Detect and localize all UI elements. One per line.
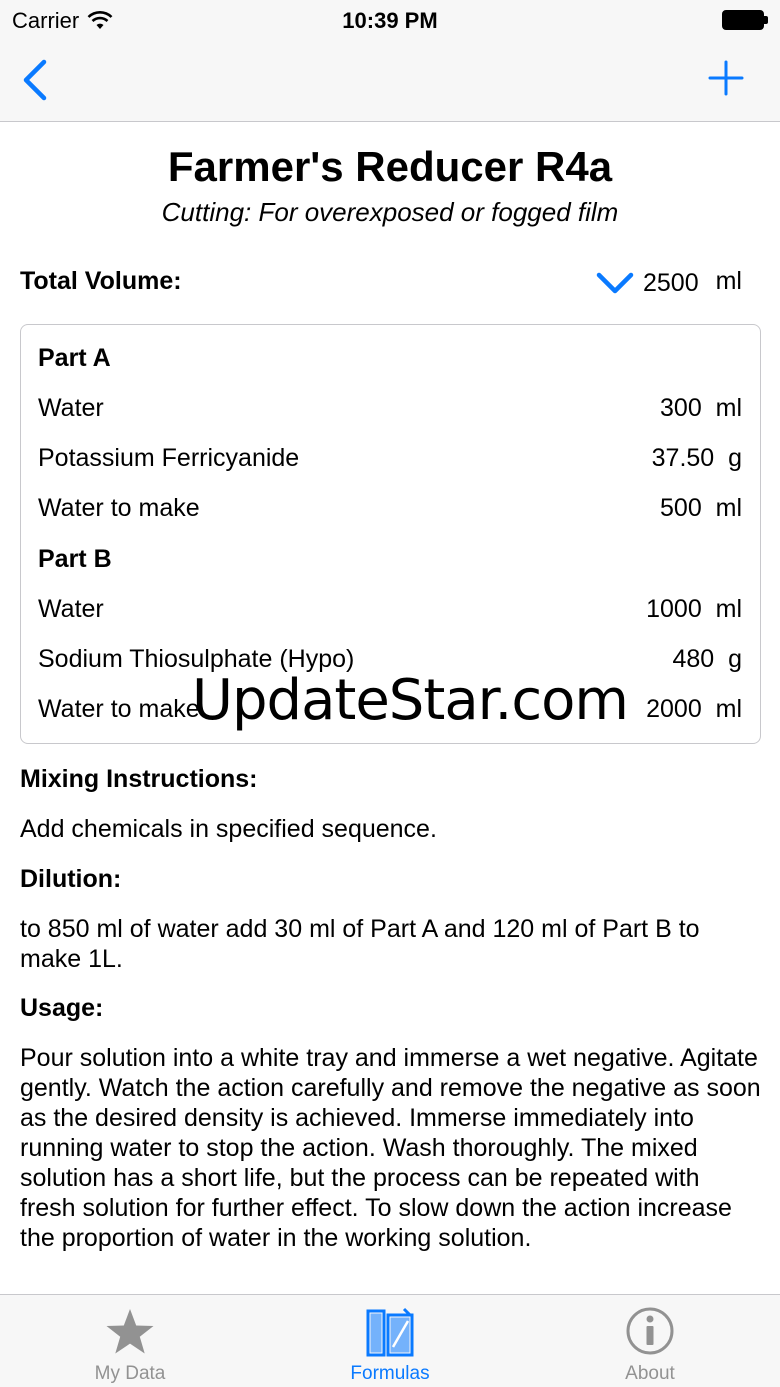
add-button[interactable]: [706, 58, 746, 98]
dilution-label: Dilution:: [20, 865, 122, 893]
usage-text: Pour solution into a white tray and imme…: [20, 1044, 761, 1252]
recipe-row-name: Part A: [38, 344, 111, 372]
chevron-left-icon: [23, 59, 47, 101]
watermark: UpdateStar.com: [192, 668, 629, 733]
recipe-row: Water 1000 ml: [38, 595, 742, 635]
recipe-row: Water 300 ml: [38, 394, 742, 434]
tab-label: Formulas: [350, 1363, 430, 1384]
back-button[interactable]: [18, 58, 58, 102]
formula-title: Farmer's Reducer R4a: [167, 143, 613, 190]
recipe-row: Water to make 500 ml: [38, 494, 742, 534]
formula-subtitle: Cutting: For overexposed or fogged film: [161, 197, 619, 227]
formula-detail: Farmer's Reducer R4a Cutting: For overex…: [0, 123, 780, 1293]
chevron-down-icon: [596, 272, 634, 294]
recipe-row-amount: 300 ml: [660, 394, 742, 422]
volume-dropdown-button[interactable]: [595, 271, 635, 297]
recipe-row-amount: 480 g: [672, 645, 742, 673]
info-icon: [626, 1307, 674, 1355]
recipe-row-amount: 1000 ml: [646, 595, 742, 623]
recipe-row-name: Water to make: [38, 494, 200, 522]
tab-my-data[interactable]: My Data: [0, 1295, 260, 1387]
status-time: 10:39 PM: [342, 8, 438, 33]
tab-about[interactable]: About: [520, 1295, 780, 1387]
recipe-section-header: Part B: [38, 545, 742, 585]
recipe-row-amount: 37.50 g: [651, 444, 742, 472]
dilution-text: to 850 ml of water add 30 ml of Part A a…: [20, 915, 700, 973]
recipe-row: Potassium Ferricyanide 37.50 g: [38, 444, 742, 484]
total-volume-label: Total Volume:: [20, 267, 182, 295]
total-volume-unit: ml: [715, 267, 742, 295]
battery-icon: [722, 10, 768, 30]
plus-icon: [708, 60, 744, 96]
total-volume-row: Total Volume: 2500 ml: [20, 267, 742, 303]
navigation-bar: [0, 40, 780, 122]
total-volume-value[interactable]: 2500: [643, 269, 699, 298]
recipe-row-amount: 2000 ml: [646, 695, 742, 723]
recipe-row-amount: 500 ml: [660, 494, 742, 522]
tab-formulas[interactable]: Formulas: [260, 1295, 520, 1387]
tab-label: My Data: [94, 1363, 166, 1384]
tab-label: About: [625, 1363, 675, 1384]
tab-bar: My Data Formulas About: [0, 1294, 780, 1387]
usage-label: Usage:: [20, 994, 104, 1022]
recipe-row-name: Water: [38, 394, 104, 422]
recipe-row-name: Potassium Ferricyanide: [38, 444, 300, 472]
recipe-row-name: Water: [38, 595, 104, 623]
mixing-text: Add chemicals in specified sequence.: [20, 815, 437, 843]
formulas-icon: [366, 1307, 414, 1357]
mixing-label: Mixing Instructions:: [20, 765, 258, 793]
recipe-row-name: Part B: [38, 545, 112, 573]
status-bar: Carrier 10:39 PM: [0, 0, 780, 40]
star-icon: [106, 1309, 154, 1354]
recipe-section-header: Part A: [38, 344, 742, 384]
recipe-row-name: Water to make: [38, 695, 200, 723]
